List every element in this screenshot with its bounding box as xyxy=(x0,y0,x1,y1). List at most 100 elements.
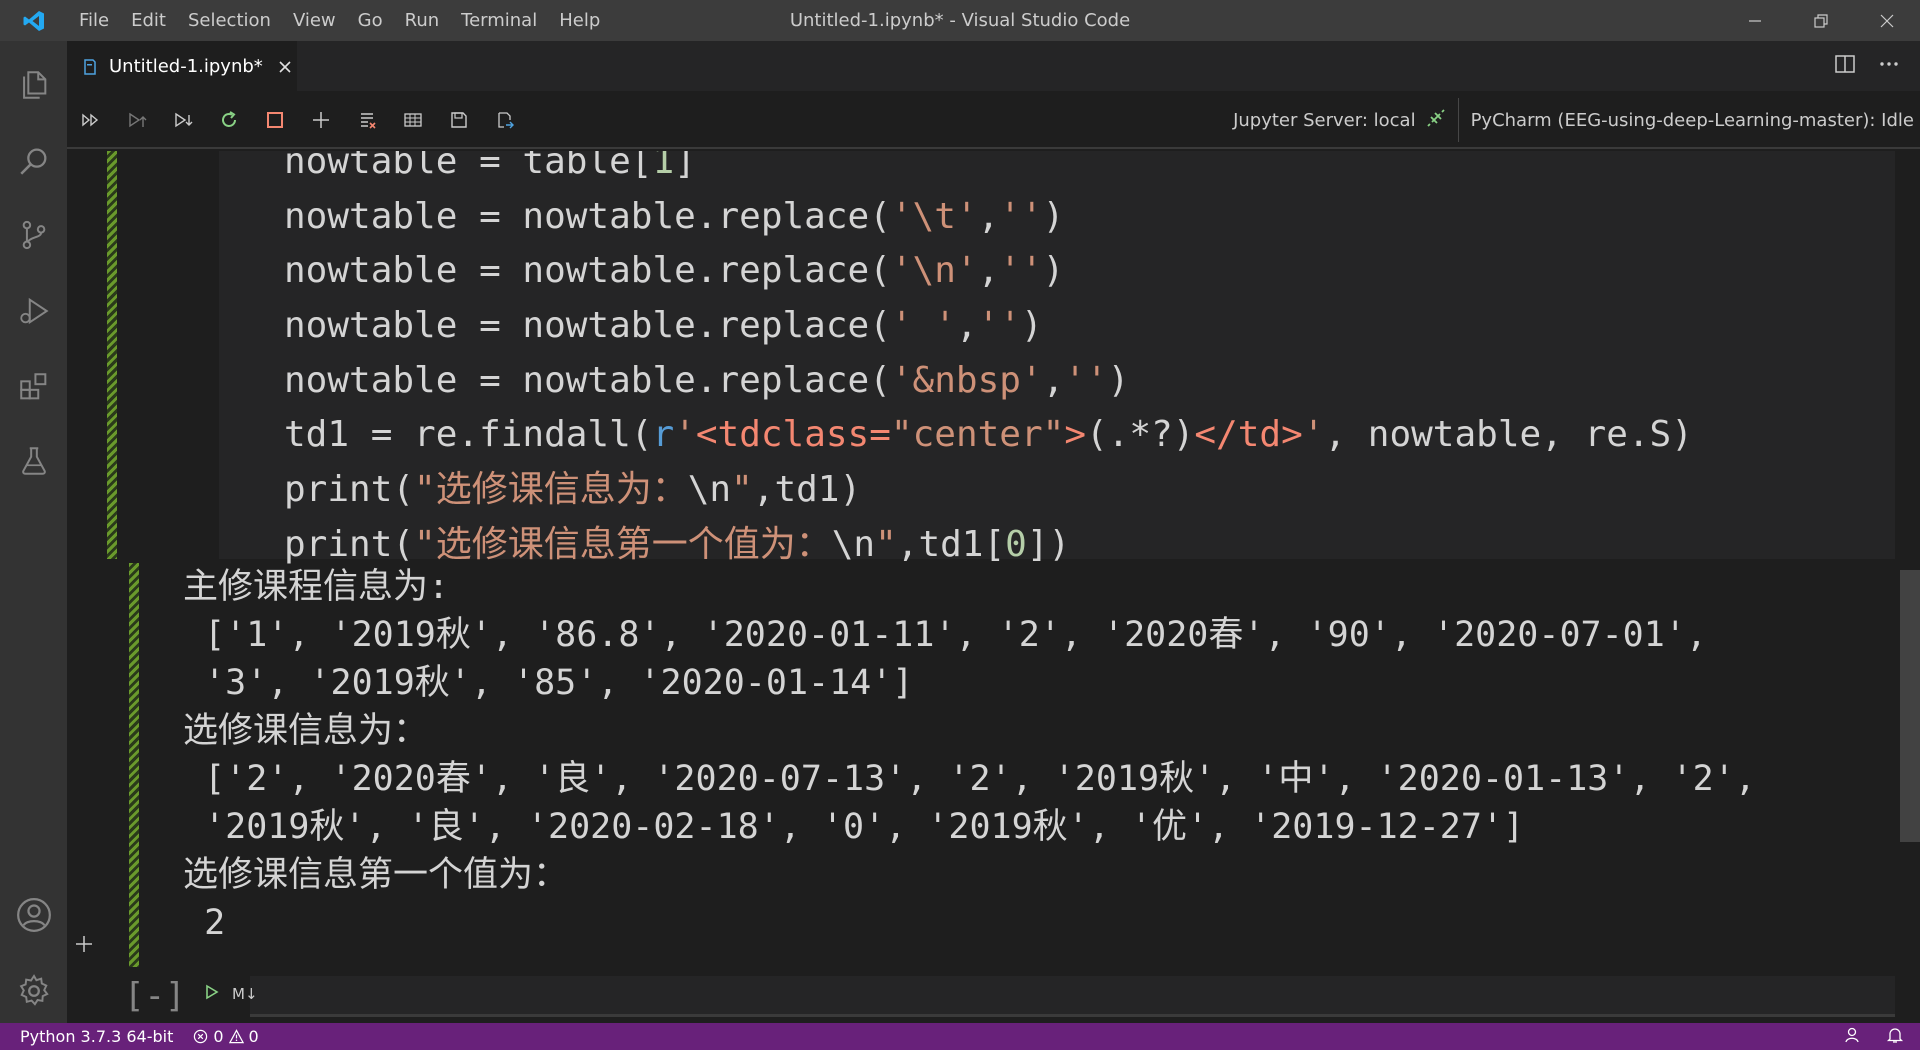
export-button[interactable] xyxy=(491,106,519,134)
clear-outputs-button[interactable] xyxy=(353,106,381,134)
minimize-icon xyxy=(1749,19,1761,22)
play-icon xyxy=(206,984,219,1000)
stop-icon xyxy=(267,112,283,128)
code-cell-modified-bar xyxy=(107,151,117,559)
run-below-button[interactable] xyxy=(169,106,197,134)
warning-icon xyxy=(228,1029,244,1044)
run-cell-button[interactable] xyxy=(204,984,220,1004)
new-cell-toolbar: M↓ xyxy=(204,984,258,1004)
menu-help[interactable]: Help xyxy=(548,0,611,41)
tab-close-button[interactable] xyxy=(275,57,295,77)
notifications-button[interactable] xyxy=(1886,1026,1904,1048)
output-line: 选修课信息第一个值为： xyxy=(183,855,569,895)
menu-edit[interactable]: Edit xyxy=(120,0,177,41)
explorer-button[interactable] xyxy=(0,55,67,115)
insert-cell-button[interactable] xyxy=(72,932,96,956)
manage-button[interactable] xyxy=(0,961,67,1021)
run-above-button[interactable] xyxy=(123,106,151,134)
code-cell-source[interactable]: nowtable = table[1] nowtable = nowtable.… xyxy=(284,151,1693,573)
run-all-icon xyxy=(82,113,99,127)
menu-selection[interactable]: Selection xyxy=(177,0,282,41)
kernel-picker[interactable]: PyCharm (EEG-using-deep-Learning-master)… xyxy=(1471,110,1914,131)
code-line-7: print("选修课信息为：\n",td1) xyxy=(284,469,862,511)
code-line-4: nowtable = nowtable.replace(' ','') xyxy=(284,305,1043,347)
extensions-icon xyxy=(19,373,46,400)
close-window-button[interactable] xyxy=(1854,0,1920,41)
source-control-button[interactable] xyxy=(0,205,67,265)
bell-icon xyxy=(1886,1027,1904,1043)
code-line-6: td1 = re.findall(r'<tdclass="center">(.*… xyxy=(284,414,1693,456)
run-all-button[interactable] xyxy=(77,106,105,134)
menu-file[interactable]: File xyxy=(68,0,120,41)
add-cell-button[interactable] xyxy=(307,106,335,134)
minimize-button[interactable] xyxy=(1722,0,1788,41)
split-editor-button[interactable] xyxy=(1834,53,1856,79)
notebook-actions xyxy=(77,91,519,149)
vertical-scrollbar[interactable] xyxy=(1900,570,1920,842)
gear-icon xyxy=(19,974,49,1006)
source-control-icon xyxy=(22,220,45,250)
export-icon xyxy=(498,112,514,129)
interrupt-kernel-button[interactable] xyxy=(261,106,289,134)
new-cell-editor[interactable] xyxy=(250,976,1895,1016)
flask-icon xyxy=(21,447,46,475)
activity-bar xyxy=(0,41,67,1023)
save-button[interactable] xyxy=(445,106,473,134)
accounts-button[interactable] xyxy=(0,885,67,945)
output-line: 主修课程信息为: xyxy=(183,567,450,607)
cell-type-markdown-toggle[interactable]: M↓ xyxy=(232,985,258,1003)
clear-outputs-icon xyxy=(361,113,376,129)
notebook-editor: nowtable = table[1] nowtable = nowtable.… xyxy=(67,151,1920,1023)
extensions-button[interactable] xyxy=(0,357,67,417)
plug-icon xyxy=(1426,108,1445,127)
table-icon xyxy=(404,113,422,127)
status-bar: Python 3.7.3 64-bit 0 0 xyxy=(0,1023,1920,1050)
run-debug-icon xyxy=(19,297,49,325)
tab-label: Untitled-1.ipynb* xyxy=(109,56,263,77)
menu-view[interactable]: View xyxy=(282,0,347,41)
output-modified-bar xyxy=(129,563,139,967)
jupyter-server-label[interactable]: Jupyter Server: local xyxy=(1233,110,1416,131)
title-bar: File Edit Selection View Go Run Terminal… xyxy=(0,0,1920,41)
problems-indicator[interactable]: 0 0 xyxy=(193,1027,259,1046)
testing-button[interactable] xyxy=(0,431,67,491)
output-line: ['2', '2020春', '良', '2020-07-13', '2', '… xyxy=(183,759,1756,799)
code-line-5: nowtable = nowtable.replace('&nbsp','') xyxy=(284,359,1130,401)
error-count: 0 xyxy=(213,1027,224,1046)
python-interpreter[interactable]: Python 3.7.3 64-bit xyxy=(20,1027,173,1046)
run-debug-button[interactable] xyxy=(0,281,67,341)
output-line: ['1', '2019秋', '86.8', '2020-01-11', '2'… xyxy=(183,615,1707,655)
toolbar-divider xyxy=(1457,98,1459,142)
variables-button[interactable] xyxy=(399,106,427,134)
tab-untitled-notebook[interactable]: Untitled-1.ipynb* xyxy=(67,41,297,91)
error-icon xyxy=(194,1029,208,1044)
search-button[interactable] xyxy=(0,131,67,191)
output-line: 2 xyxy=(183,903,226,943)
plus-icon xyxy=(313,112,329,128)
code-line-2: nowtable = nowtable.replace('\t','') xyxy=(284,195,1065,237)
server-connected-button[interactable] xyxy=(1426,108,1446,133)
menu-go[interactable]: Go xyxy=(347,0,394,41)
feedback-button[interactable] xyxy=(1844,1026,1862,1048)
restore-button[interactable] xyxy=(1788,0,1854,41)
restart-icon xyxy=(222,111,236,127)
save-icon xyxy=(451,112,467,128)
restart-kernel-button[interactable] xyxy=(215,106,243,134)
close-icon xyxy=(279,60,291,73)
execution-count-prompt: [-] xyxy=(124,976,186,1016)
run-below-icon xyxy=(175,112,193,128)
files-icon xyxy=(22,71,46,99)
split-editor-icon xyxy=(1835,55,1855,73)
warning-count: 0 xyxy=(248,1027,259,1046)
code-line-3: nowtable = nowtable.replace('\n','') xyxy=(284,250,1065,292)
output-line: '3', '2019秋', '85', '2020-01-14'] xyxy=(183,663,914,703)
close-icon xyxy=(1880,14,1894,27)
more-actions-button[interactable] xyxy=(1878,53,1900,79)
code-line-1: nowtable = table[1] xyxy=(284,151,696,182)
menu-terminal[interactable]: Terminal xyxy=(450,0,548,41)
status-bar-right xyxy=(1844,1023,1904,1050)
menu-run[interactable]: Run xyxy=(394,0,451,41)
new-cell-underline xyxy=(250,1014,1895,1017)
feedback-icon xyxy=(1845,1027,1859,1042)
output-line: 选修课信息为： xyxy=(183,711,429,751)
